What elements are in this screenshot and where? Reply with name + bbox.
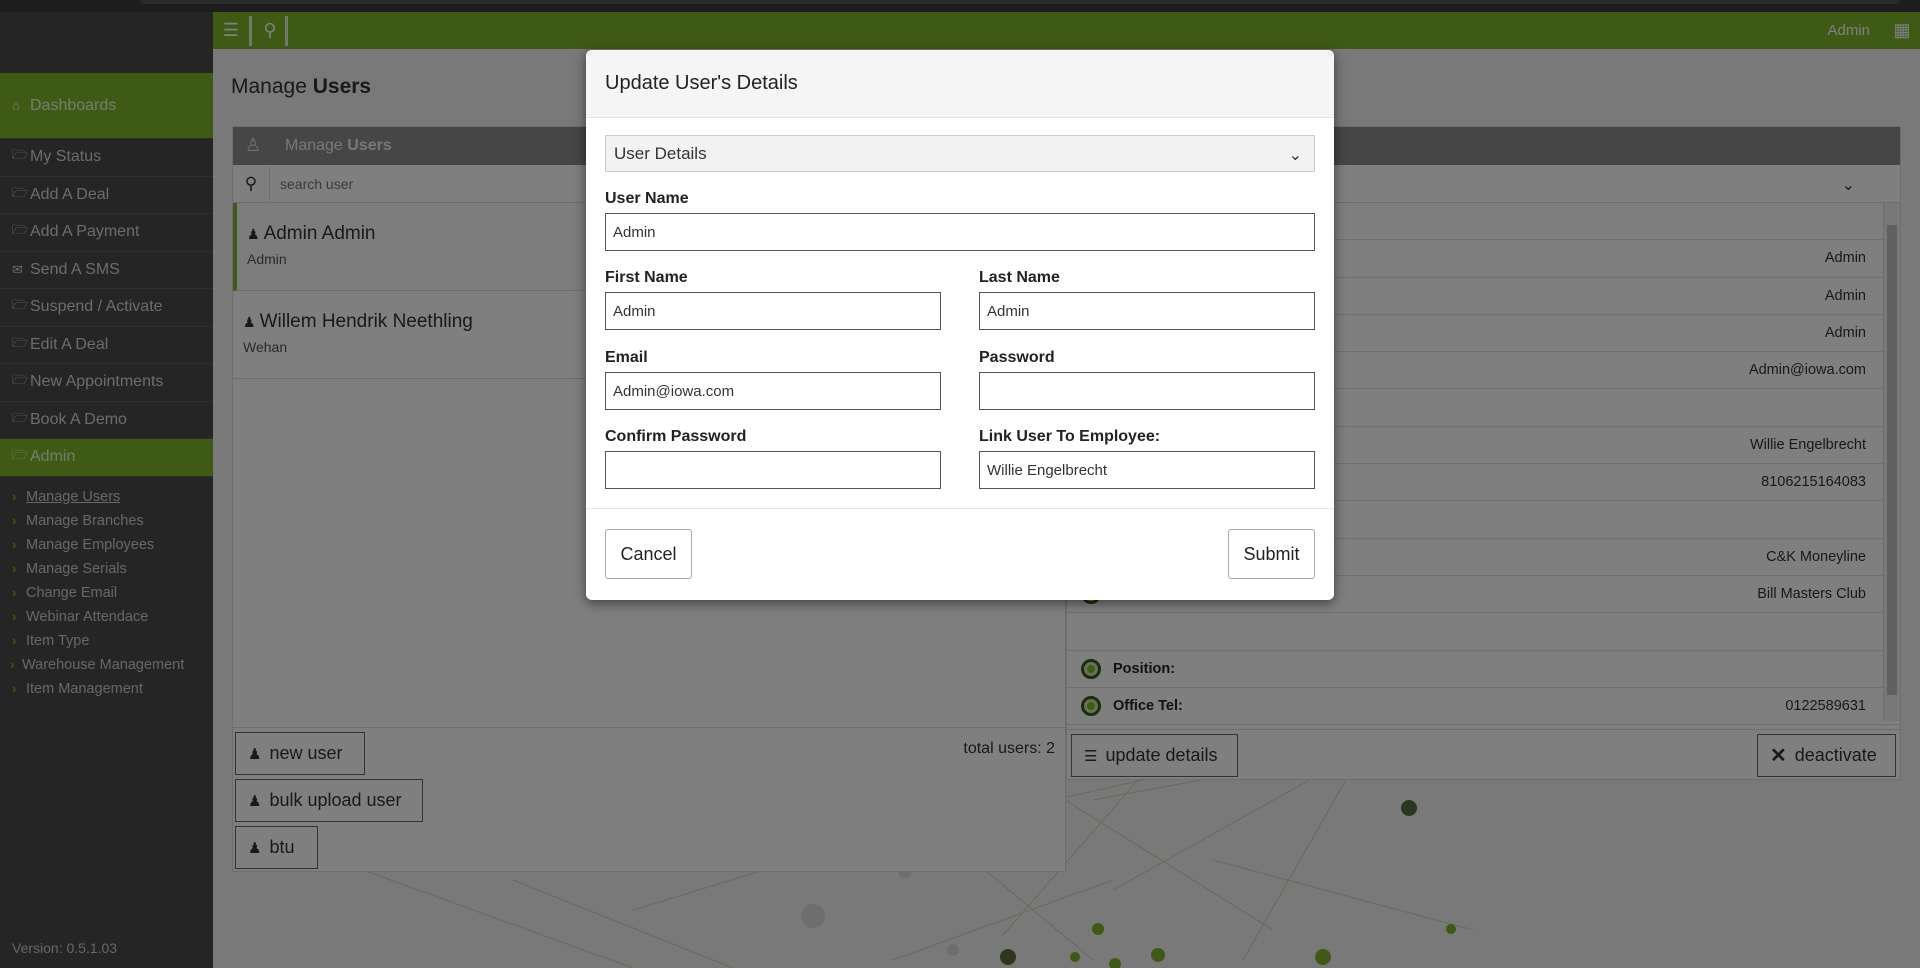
email-field[interactable]: Admin@iowa.com — [605, 372, 941, 410]
username-label: User Name — [605, 190, 689, 207]
update-user-modal: Update User's Details User Details ⌄ User… — [586, 50, 1334, 600]
confirm-password-field[interactable] — [605, 451, 941, 489]
link-employee-label: Link User To Employee: — [979, 428, 1161, 445]
first-name-label: First Name — [605, 269, 688, 286]
cancel-button[interactable]: Cancel — [605, 529, 692, 579]
section-select[interactable]: User Details ⌄ — [605, 135, 1315, 172]
email-label: Email — [605, 349, 648, 366]
section-select-value: User Details — [614, 143, 707, 163]
first-name-field[interactable]: Admin — [605, 292, 941, 330]
password-field[interactable] — [979, 372, 1315, 410]
modal-body: User Details ⌄ User Name Admin First Name… — [586, 118, 1334, 509]
chevron-down-icon: ⌄ — [1288, 147, 1302, 164]
modal-title: Update User's Details — [586, 50, 1334, 118]
confirm-password-label: Confirm Password — [605, 428, 747, 445]
last-name-field[interactable]: Admin — [979, 292, 1315, 330]
link-employee-field[interactable]: Willie Engelbrecht — [979, 451, 1315, 489]
modal-footer: Cancel Submit — [586, 509, 1334, 599]
last-name-label: Last Name — [979, 269, 1060, 286]
submit-button[interactable]: Submit — [1228, 529, 1315, 579]
password-label: Password — [979, 349, 1055, 366]
username-field[interactable]: Admin — [605, 213, 1315, 251]
